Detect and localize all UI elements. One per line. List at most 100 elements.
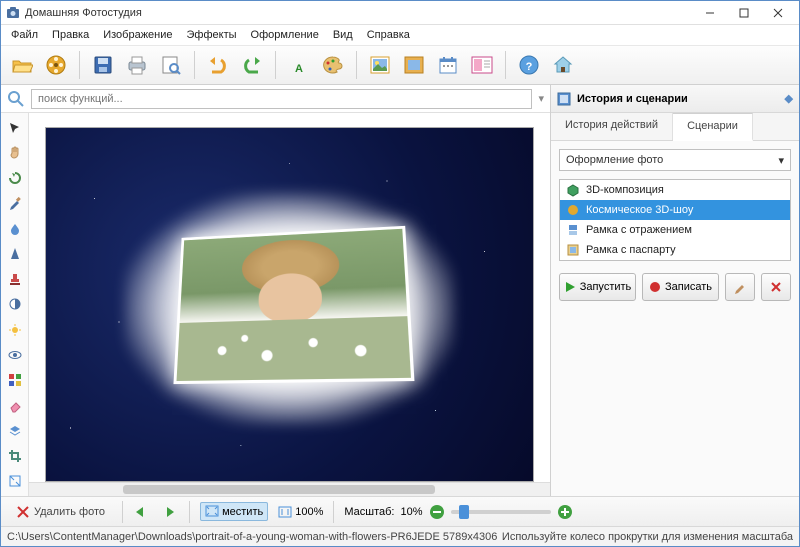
eye-tool[interactable]	[4, 344, 26, 365]
menu-decoration[interactable]: Оформление	[245, 27, 325, 43]
list-item[interactable]: 3D-композиция	[560, 180, 790, 200]
layers-tool[interactable]	[4, 420, 26, 441]
panel-tabs: История действий Сценарии	[551, 113, 799, 141]
redo-button[interactable]	[237, 50, 267, 80]
pin-icon[interactable]: ◆	[785, 92, 793, 105]
minimize-button[interactable]	[693, 2, 727, 24]
brush-tool[interactable]	[4, 193, 26, 214]
separator	[194, 51, 195, 79]
list-item[interactable]: Рамка с отражением	[560, 220, 790, 240]
chevron-down-icon: ▾	[778, 154, 784, 167]
tab-history[interactable]: История действий	[551, 113, 673, 140]
tab-scenarios[interactable]: Сценарии	[673, 113, 753, 141]
separator	[189, 501, 190, 523]
titlebar: Домашняя Фотостудия	[1, 1, 799, 25]
reflection-icon	[566, 223, 580, 237]
menu-file[interactable]: Файл	[5, 27, 44, 43]
canvas-viewport[interactable]	[29, 113, 550, 496]
stamp-tool[interactable]	[4, 269, 26, 290]
menu-help[interactable]: Справка	[361, 27, 416, 43]
prev-button[interactable]	[133, 505, 151, 519]
cube-icon	[566, 183, 580, 197]
editor-area	[1, 113, 550, 496]
combo-label: Оформление фото	[566, 154, 663, 166]
brightness-tool[interactable]	[4, 319, 26, 340]
search-input[interactable]	[31, 89, 532, 109]
canvas-image	[45, 127, 534, 482]
scenario-actions: Запустить Записать	[559, 273, 791, 301]
status-bar: C:\Users\ContentManager\Downloads\portra…	[1, 526, 799, 546]
edit-button[interactable]	[725, 273, 755, 301]
separator	[356, 51, 357, 79]
eraser-tool[interactable]	[4, 395, 26, 416]
scale-label: Масштаб:	[344, 506, 394, 518]
sharpen-tool[interactable]	[4, 243, 26, 264]
frame-button[interactable]	[399, 50, 429, 80]
actual-size-button[interactable]: 100%	[278, 506, 323, 518]
undo-button[interactable]	[203, 50, 233, 80]
scale-value: 10%	[400, 506, 422, 518]
menu-edit[interactable]: Правка	[46, 27, 95, 43]
status-path: C:\Users\ContentManager\Downloads\portra…	[7, 531, 497, 543]
palette-button[interactable]	[318, 50, 348, 80]
horizontal-scrollbar[interactable]	[29, 482, 550, 496]
maximize-button[interactable]	[727, 2, 761, 24]
record-button[interactable]: Записать	[642, 273, 719, 301]
delete-button[interactable]	[761, 273, 791, 301]
film-button[interactable]	[41, 50, 71, 80]
menu-effects[interactable]: Эффекты	[181, 27, 243, 43]
fit-screen-button[interactable]: местить	[200, 502, 268, 521]
svg-text:A: A	[295, 63, 303, 75]
open-button[interactable]	[7, 50, 37, 80]
menu-image[interactable]: Изображение	[97, 27, 178, 43]
panel-icon	[557, 92, 571, 106]
postcard-button[interactable]	[467, 50, 497, 80]
home-button[interactable]	[548, 50, 578, 80]
scenario-category-dropdown[interactable]: Оформление фото ▾	[559, 149, 791, 171]
list-item[interactable]: Космическое 3D-шоу	[560, 200, 790, 220]
work-area: ▾	[1, 85, 799, 496]
separator	[505, 51, 506, 79]
preview-button[interactable]	[156, 50, 186, 80]
search-row: ▾	[1, 85, 550, 113]
svg-text:?: ?	[526, 61, 533, 73]
main-menu: Файл Правка Изображение Эффекты Оформлен…	[1, 25, 799, 45]
dropdown-icon[interactable]: ▾	[538, 92, 544, 105]
separator	[79, 51, 80, 79]
panel-title: История и сценарии	[577, 93, 688, 105]
separator	[122, 501, 123, 523]
save-button[interactable]	[88, 50, 118, 80]
close-button[interactable]	[761, 2, 795, 24]
app-icon	[5, 5, 21, 21]
crop-tool[interactable]	[4, 445, 26, 466]
print-button[interactable]	[122, 50, 152, 80]
text-button[interactable]: A	[284, 50, 314, 80]
status-hint: Используйте колесо прокрутки для изменен…	[502, 531, 793, 543]
resize-tool[interactable]	[4, 471, 26, 492]
zoom-slider[interactable]	[451, 510, 551, 514]
scenario-list: 3D-композиция Космическое 3D-шоу Рамка с…	[559, 179, 791, 261]
drop-tool[interactable]	[4, 218, 26, 239]
rotate-tool[interactable]	[4, 168, 26, 189]
matte-icon	[566, 243, 580, 257]
help-button[interactable]: ?	[514, 50, 544, 80]
pointer-tool[interactable]	[4, 117, 26, 138]
calendar-button[interactable]	[433, 50, 463, 80]
run-button[interactable]: Запустить	[559, 273, 636, 301]
hand-tool[interactable]	[4, 142, 26, 163]
next-button[interactable]	[161, 505, 179, 519]
zoom-controls: Масштаб: 10%	[344, 504, 572, 520]
menu-view[interactable]: Вид	[327, 27, 359, 43]
editor-column: ▾	[1, 85, 551, 496]
list-item[interactable]: Рамка с паспарту	[560, 240, 790, 260]
window-title: Домашняя Фотостудия	[25, 7, 693, 19]
contrast-tool[interactable]	[4, 294, 26, 315]
right-panel: История и сценарии ◆ История действий Сц…	[551, 85, 799, 496]
picture-button[interactable]	[365, 50, 395, 80]
zoom-out-button[interactable]	[429, 504, 445, 520]
delete-photo-button[interactable]: Удалить фото	[9, 501, 112, 523]
color-channels-tool[interactable]	[4, 370, 26, 391]
vertical-toolbar	[1, 113, 29, 496]
zoom-in-button[interactable]	[557, 504, 573, 520]
panel-header: История и сценарии ◆	[551, 85, 799, 113]
